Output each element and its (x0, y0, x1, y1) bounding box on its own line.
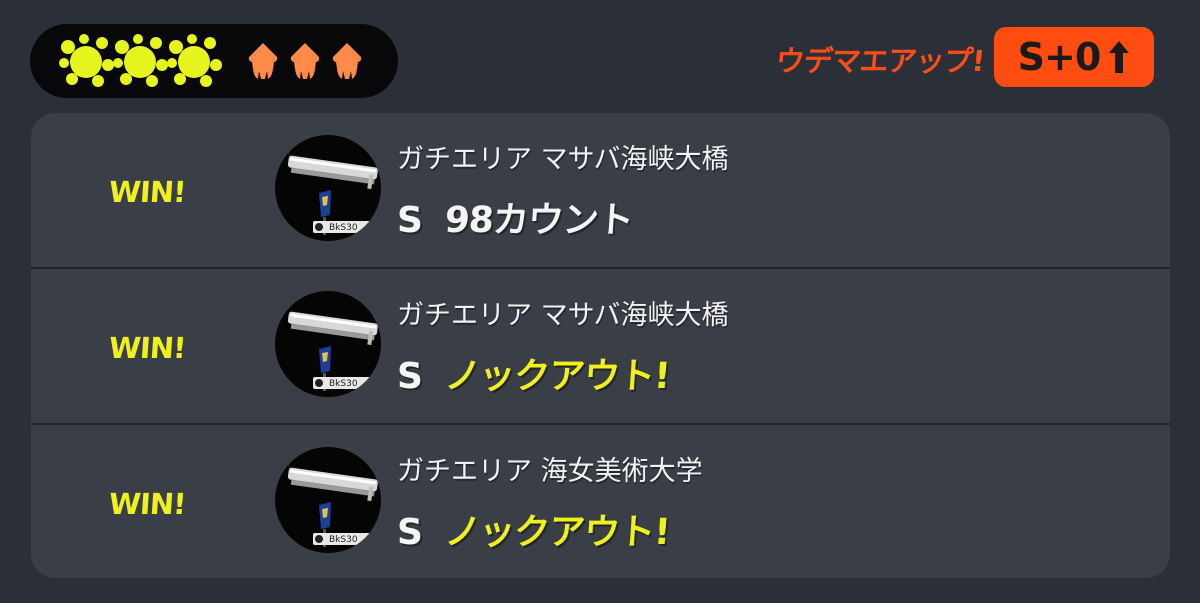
rank-label: S (397, 512, 423, 553)
mode-stage-label: ガチエリア マサバ海峡大橋 (397, 300, 729, 331)
outcome-label: WIN! (107, 331, 187, 365)
result-row[interactable]: WIN! BkS30 ガチエリア マサバ海峡大 (31, 113, 1170, 268)
mode-stage-label: ガチエリア マサバ海峡大橋 (397, 144, 729, 175)
ink-splat-icon (59, 34, 114, 87)
win-streak-indicator (30, 24, 398, 98)
weapon-icon: BkS30 (275, 447, 381, 553)
ink-splat-icon (113, 34, 168, 87)
result-row[interactable]: WIN! BkS30 ガチエリア マサバ海峡大 (31, 269, 1170, 424)
svg-text:BkS30: BkS30 (329, 379, 358, 389)
squid-icon (332, 43, 362, 79)
rank-label: S (397, 356, 423, 397)
squid-icon (248, 43, 278, 79)
up-arrow-icon (1109, 41, 1130, 73)
result-row[interactable]: WIN! BkS30 ガチエリア 海女美術大学 S ノックアウト! (31, 425, 1170, 578)
battle-results-screen: ウデマエアップ! S+0 WIN! BkS30 ガチエリア マサバ海峡大橋 S … (0, 0, 1200, 603)
result-value: ノックアウト! (443, 356, 671, 397)
result-line: S ノックアウト! (397, 347, 671, 399)
rank-badge: S+0 (994, 27, 1154, 87)
outcome-label: WIN! (107, 487, 187, 521)
rank-label: S (397, 200, 423, 241)
result-line: S 98カウント (397, 191, 635, 243)
weapon-icon: BkS30 (275, 291, 381, 397)
squid-icon (290, 43, 320, 79)
result-value: 98カウント (443, 200, 635, 241)
svg-text:BkS30: BkS30 (329, 535, 358, 545)
squid-row (246, 41, 364, 81)
rank-up-label: ウデマエアップ! (774, 44, 986, 78)
svg-text:BkS30: BkS30 (329, 223, 358, 233)
weapon-icon: BkS30 (275, 135, 381, 241)
result-value: ノックアウト! (443, 512, 671, 553)
result-line: S ノックアウト! (397, 503, 671, 555)
mode-stage-label: ガチエリア 海女美術大学 (397, 456, 703, 487)
ink-splat-icon (167, 34, 222, 87)
outcome-label: WIN! (107, 175, 187, 209)
battle-results-list: WIN! BkS30 ガチエリア マサバ海峡大橋 S 98カウント WIN! B… (31, 113, 1170, 578)
rank-badge-label: S+0 (1017, 35, 1102, 79)
